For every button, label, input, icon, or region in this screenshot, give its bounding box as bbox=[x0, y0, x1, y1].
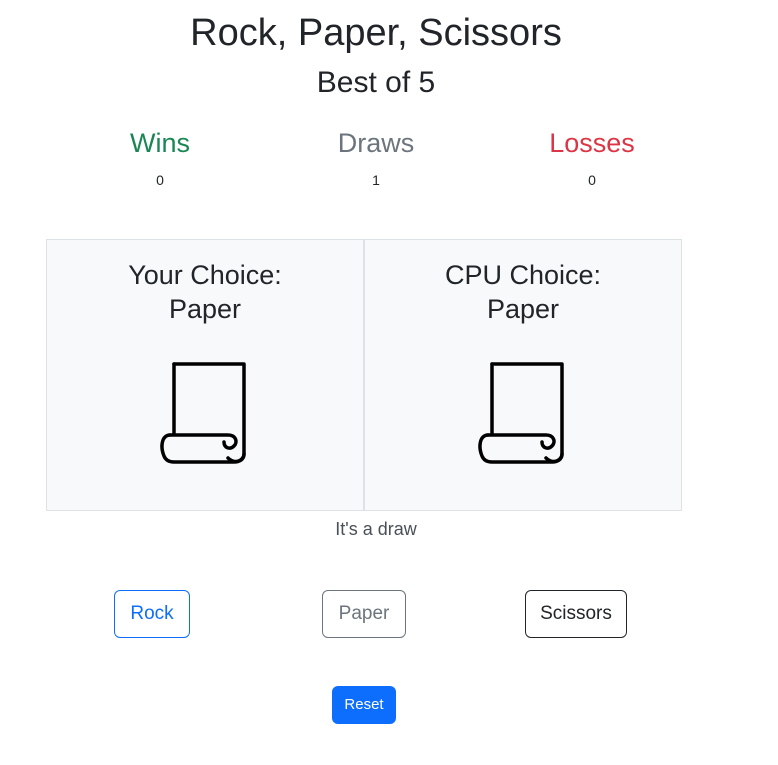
losses-count: 0 bbox=[588, 172, 596, 188]
losses-label: Losses bbox=[549, 128, 635, 158]
wins-score: Wins 0 bbox=[60, 126, 260, 190]
draws-count: 1 bbox=[372, 172, 380, 188]
choices-area: Your Choice: Paper CPU Choice: Paper bbox=[46, 239, 682, 511]
page-title: Rock, Paper, Scissors bbox=[190, 12, 562, 54]
draws-score: Draws 1 bbox=[276, 126, 476, 190]
wins-label: Wins bbox=[130, 128, 190, 158]
player-choice-panel: Your Choice: Paper bbox=[46, 239, 364, 511]
draws-label: Draws bbox=[337, 128, 415, 158]
cpu-choice-value: Paper bbox=[486, 294, 560, 324]
game-page: Rock, Paper, Scissors Best of 5 Wins 0 D… bbox=[0, 0, 778, 765]
paper-scroll-icon bbox=[478, 362, 564, 464]
rock-button[interactable]: Rock bbox=[114, 590, 190, 638]
paper-button[interactable]: Paper bbox=[322, 590, 406, 638]
player-choice-value: Paper bbox=[168, 294, 242, 324]
paper-scroll-icon bbox=[160, 362, 246, 464]
losses-score: Losses 0 bbox=[492, 126, 692, 190]
player-choice-title: Your Choice: bbox=[128, 260, 282, 290]
cpu-choice-heading: CPU Choice: Paper bbox=[365, 258, 681, 326]
page-subtitle: Best of 5 bbox=[316, 66, 436, 99]
reset-button[interactable]: Reset bbox=[332, 686, 396, 724]
wins-count: 0 bbox=[156, 172, 164, 188]
cpu-choice-panel: CPU Choice: Paper bbox=[364, 239, 682, 511]
scissors-button[interactable]: Scissors bbox=[525, 590, 627, 638]
player-choice-heading: Your Choice: Paper bbox=[47, 258, 363, 326]
result-text: It's a draw bbox=[335, 519, 417, 539]
cpu-choice-title: CPU Choice: bbox=[444, 260, 602, 290]
